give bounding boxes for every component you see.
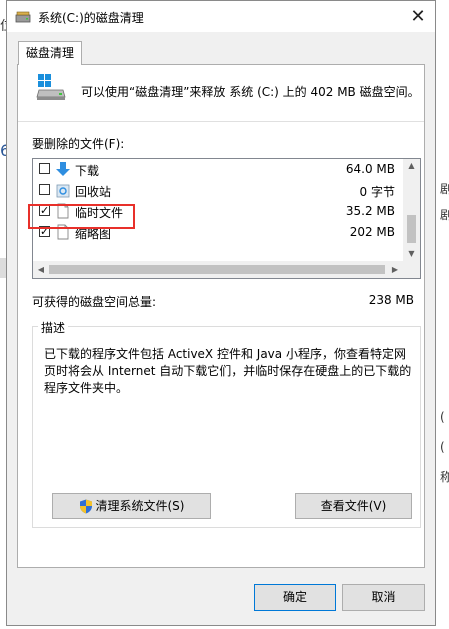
scroll-down-icon[interactable]: ▼ <box>403 247 420 261</box>
description-title: 描述 <box>38 319 69 336</box>
title-bar[interactable]: 系统(C:)的磁盘清理 ✕ <box>7 1 435 32</box>
background-text: 剧 <box>440 182 449 196</box>
space-gain-label: 可获得的磁盘空间总量: <box>32 295 157 309</box>
list-item[interactable]: ✓ 临时文件 35.2 MB <box>33 201 403 222</box>
list-item[interactable]: 下载 64.0 MB <box>33 159 403 180</box>
tab-strip: 磁盘清理 <box>7 32 435 65</box>
background-text: 剧 <box>440 208 449 222</box>
scroll-thumb[interactable] <box>49 265 385 274</box>
checkbox[interactable] <box>39 163 50 174</box>
checkbox[interactable] <box>39 184 50 195</box>
tab-disk-cleanup[interactable]: 磁盘清理 <box>18 41 82 65</box>
cancel-button[interactable]: 取消 <box>342 584 425 611</box>
recycle-bin-icon <box>56 184 70 198</box>
scroll-thumb[interactable] <box>407 215 416 243</box>
file-name: 下载 <box>75 164 100 178</box>
background-text: ( <box>440 440 445 454</box>
disk-cleanup-dialog: 系统(C:)的磁盘清理 ✕ 磁盘清理 可以使用“磁盘清理”来释放 系统 (C:)… <box>6 0 436 626</box>
file-icon <box>57 203 69 219</box>
files-list[interactable]: 下载 64.0 MB 回收站 0 字节 ✓ 临时文件 35.2 MB ✓ 缩略图… <box>32 158 421 279</box>
file-name: 缩略图 <box>75 227 112 241</box>
background-window-right: 剧 剧 ( ( 称 <box>437 0 449 629</box>
disk-cleanup-icon <box>15 11 31 23</box>
close-button[interactable]: ✕ <box>401 1 435 32</box>
checkbox-checked[interactable]: ✓ <box>39 205 50 216</box>
file-name: 临时文件 <box>75 206 124 220</box>
vertical-scrollbar[interactable]: ▲ ▼ <box>403 159 420 261</box>
clean-system-files-button[interactable]: 清理系统文件(S) <box>52 493 211 519</box>
download-arrow-icon <box>56 162 70 176</box>
scroll-corner <box>403 261 420 278</box>
file-size: 202 MB <box>349 225 395 239</box>
scroll-right-icon[interactable]: ▶ <box>387 261 403 278</box>
summary-text: 可以使用“磁盘清理”来释放 系统 (C:) 上的 402 MB 磁盘空间。 <box>81 85 420 99</box>
file-size: 0 字节 <box>359 185 395 199</box>
view-files-button[interactable]: 查看文件(V) <box>295 493 412 519</box>
tab-panel: 可以使用“磁盘清理”来释放 系统 (C:) 上的 402 MB 磁盘空间。 要删… <box>17 64 425 568</box>
horizontal-scrollbar[interactable]: ◀ ▶ <box>33 261 420 278</box>
file-size: 35.2 MB <box>345 204 395 218</box>
scroll-left-icon[interactable]: ◀ <box>33 261 49 278</box>
checkbox-checked[interactable]: ✓ <box>39 226 50 237</box>
file-size: 64.0 MB <box>345 162 395 176</box>
background-text: 称 <box>440 470 449 484</box>
file-name: 回收站 <box>75 185 112 199</box>
list-item[interactable]: ✓ 缩略图 202 MB <box>33 222 403 243</box>
files-to-delete-label: 要删除的文件(F): <box>32 137 125 151</box>
ok-button[interactable]: 确定 <box>254 584 336 611</box>
list-item[interactable]: 回收站 0 字节 <box>33 180 403 201</box>
scroll-up-icon[interactable]: ▲ <box>403 159 420 173</box>
divider <box>18 121 424 122</box>
uac-shield-icon <box>79 499 92 514</box>
file-icon <box>57 224 69 240</box>
drive-icon <box>36 74 66 100</box>
button-label: 清理系统文件(S) <box>95 499 185 513</box>
background-text: ( <box>440 410 445 424</box>
window-title: 系统(C:)的磁盘清理 <box>38 11 144 25</box>
description-text: 已下载的程序文件包括 ActiveX 控件和 Java 小程序，你查看特定网页时… <box>44 347 412 395</box>
space-gain-value: 238 MB <box>368 293 414 307</box>
